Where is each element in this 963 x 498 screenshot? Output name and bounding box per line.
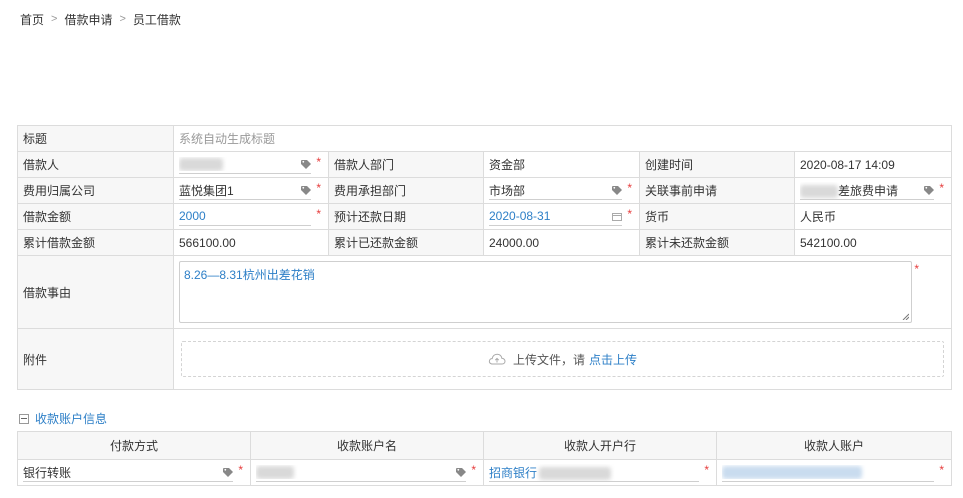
required-mark: *: [627, 181, 632, 195]
required-mark: *: [704, 463, 709, 477]
borrower-dept-label: 借款人部门: [328, 151, 484, 178]
breadcrumb-separator-icon: >: [51, 13, 58, 25]
upload-area[interactable]: 上传文件，请 点击上传: [181, 341, 945, 377]
account-table: 付款方式 收款账户名 收款人开户行 收款人账户 银行转账 * * 招商银行 * …: [17, 431, 952, 486]
cloud-upload-icon: [488, 353, 506, 365]
required-mark: *: [471, 463, 476, 477]
cost-dept-label: 费用承担部门: [328, 177, 484, 204]
upload-text: 上传文件，请: [513, 352, 586, 367]
cum-repaid-label: 累计已还款金额: [328, 229, 484, 256]
tag-icon[interactable]: [301, 159, 311, 169]
borrower-field[interactable]: *: [173, 151, 329, 178]
account-number-field[interactable]: *: [716, 459, 952, 486]
pay-method-value: 银行转账: [23, 465, 72, 480]
resize-handle-icon[interactable]: [902, 313, 910, 320]
required-mark: *: [316, 155, 321, 169]
company-label: 费用归属公司: [17, 177, 174, 204]
account-header-row: 付款方式 收款账户名 收款人开户行 收款人账户: [17, 431, 952, 460]
account-row: 银行转账 * * 招商银行 * *: [17, 459, 952, 486]
cum-borrow-value: 566100.00: [173, 229, 329, 256]
header-pay-method: 付款方式: [17, 431, 251, 460]
created-time-label: 创建时间: [639, 151, 795, 178]
bank-branch-redacted: [539, 466, 612, 480]
attachment-label: 附件: [17, 328, 174, 390]
required-mark: *: [316, 181, 321, 195]
tag-icon[interactable]: [301, 185, 311, 195]
cumulative-row: 累计借款金额 566100.00 累计已还款金额 24000.00 累计未还款金…: [17, 229, 953, 256]
cost-dept-field[interactable]: 市场部 *: [483, 177, 640, 204]
account-section-header[interactable]: 收款账户信息: [19, 410, 107, 427]
related-label: 关联事前申请: [639, 177, 795, 204]
attachment-row: 附件 上传文件，请 点击上传: [17, 328, 953, 390]
required-mark: *: [914, 262, 920, 276]
related-prefix-redacted: [800, 184, 838, 198]
currency-value: 人民币: [793, 203, 953, 230]
company-value: 蓝悦集团1: [179, 183, 234, 198]
cum-unpaid-label: 累计未还款金额: [639, 229, 795, 256]
breadcrumb-home[interactable]: 首页: [20, 11, 44, 28]
reason-row: 借款事由 8.26—8.31杭州出差花销 *: [17, 255, 953, 329]
reason-label: 借款事由: [17, 255, 174, 329]
header-account-name: 收款账户名: [250, 431, 484, 460]
breadcrumb-employee-loan: 员工借款: [132, 12, 181, 27]
borrower-row: 借款人 * 借款人部门 资金部 创建时间 2020-08-17 14:09: [17, 151, 953, 178]
created-time-value: 2020-08-17 14:09: [793, 151, 953, 178]
required-mark: *: [316, 207, 321, 221]
amount-label: 借款金额: [17, 203, 174, 230]
reason-cell: 8.26—8.31杭州出差花销 *: [172, 255, 953, 329]
breadcrumb-separator-icon: >: [119, 13, 126, 25]
pay-method-field[interactable]: 银行转账 *: [17, 459, 251, 486]
title-label: 标题: [17, 125, 174, 152]
required-mark: *: [939, 463, 944, 477]
required-mark: *: [238, 463, 243, 477]
account-name-field[interactable]: *: [250, 459, 484, 486]
required-mark: *: [939, 181, 945, 195]
account-number-redacted: [722, 466, 862, 480]
title-field[interactable]: 系统自动生成标题: [172, 125, 953, 152]
calendar-icon[interactable]: [612, 212, 622, 221]
amount-value: 2000: [179, 209, 206, 223]
attachment-cell: 上传文件，请 点击上传: [172, 328, 953, 390]
cost-dept-value: 市场部: [489, 183, 526, 198]
breadcrumb-loan-application[interactable]: 借款申请: [64, 11, 112, 28]
page: 首页 > 借款申请 > 员工借款 标题 系统自动生成标题 借款人 * 借款人部门…: [0, 0, 963, 498]
required-mark: *: [627, 207, 632, 221]
bank-field[interactable]: 招商银行 *: [483, 459, 717, 486]
reason-value: 8.26—8.31杭州出差花销: [184, 268, 315, 282]
repay-date-field[interactable]: 2020-08-31 *: [483, 203, 640, 230]
borrower-dept-value: 资金部: [483, 151, 640, 178]
related-field[interactable]: 差旅费申请 *: [793, 177, 953, 204]
collapse-icon[interactable]: [19, 413, 29, 424]
tag-icon[interactable]: [223, 467, 233, 477]
account-section-title: 收款账户信息: [35, 412, 108, 426]
company-field[interactable]: 蓝悦集团1 *: [173, 177, 329, 204]
amount-row: 借款金额 2000 * 预计还款日期 2020-08-31 * 货币 人民币: [17, 203, 953, 230]
cum-borrow-label: 累计借款金额: [17, 229, 174, 256]
title-row: 标题 系统自动生成标题: [17, 125, 953, 152]
company-row: 费用归属公司 蓝悦集团1 * 费用承担部门 市场部 * 关联事前申请 差旅费申请…: [17, 177, 953, 204]
cum-repaid-value: 24000.00: [483, 229, 640, 256]
header-account-number: 收款人账户: [716, 431, 952, 460]
related-value: 差旅费申请: [838, 183, 899, 198]
tag-icon[interactable]: [924, 185, 935, 195]
reason-textarea[interactable]: 8.26—8.31杭州出差花销: [179, 261, 913, 323]
repay-date-value: 2020-08-31: [489, 209, 551, 223]
header-bank: 收款人开户行: [483, 431, 717, 460]
amount-field[interactable]: 2000 *: [173, 203, 329, 230]
tag-icon[interactable]: [612, 185, 622, 195]
repay-date-label: 预计还款日期: [328, 203, 484, 230]
currency-label: 货币: [639, 203, 795, 230]
borrower-value-redacted: [179, 158, 223, 172]
title-placeholder: 系统自动生成标题: [179, 132, 276, 146]
borrower-label: 借款人: [17, 151, 174, 178]
cum-unpaid-value: 542100.00: [793, 229, 953, 256]
account-name-redacted: [256, 466, 294, 480]
breadcrumb: 首页 > 借款申请 > 员工借款: [20, 11, 181, 27]
loan-form-table: 标题 系统自动生成标题 借款人 * 借款人部门 资金部 创建时间 2020-08…: [17, 125, 953, 390]
bank-value: 招商银行: [489, 465, 538, 480]
tag-icon[interactable]: [456, 467, 466, 477]
upload-link[interactable]: 点击上传: [589, 351, 637, 368]
